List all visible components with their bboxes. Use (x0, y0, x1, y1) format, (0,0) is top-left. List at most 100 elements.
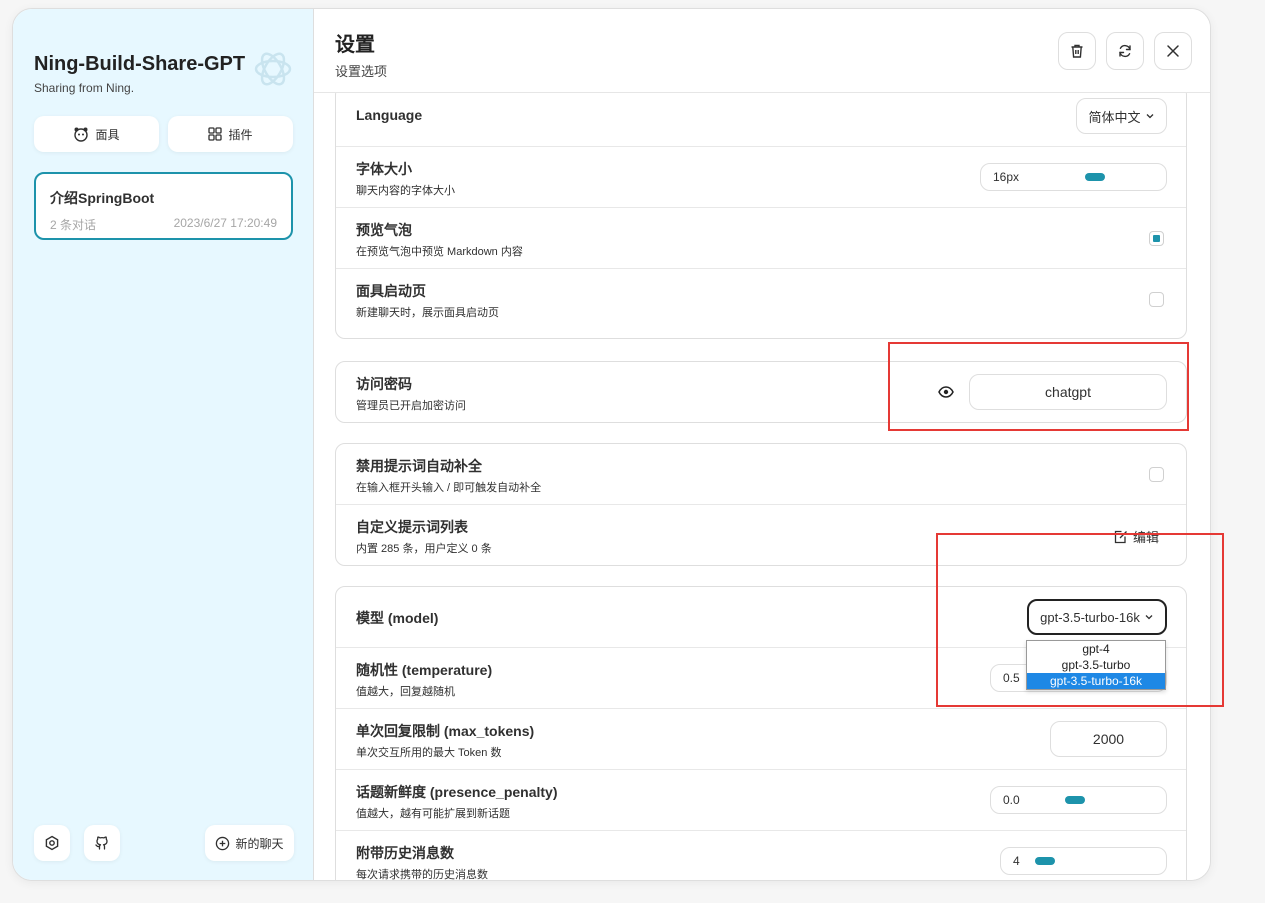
access-code-input[interactable]: chatgpt (969, 374, 1167, 410)
add-circle-icon (216, 836, 230, 850)
preview-bubble-desc: 在预览气泡中预览 Markdown 内容 (356, 246, 523, 258)
history-count-row: 附带历史消息数 每次请求携带的历史消息数 4 (336, 831, 1186, 881)
eye-icon[interactable] (938, 385, 954, 399)
max-tokens-value: 2000 (1092, 731, 1125, 747)
max-tokens-row: 单次回复限制 (max_tokens) 单次交互所用的最大 Token 数 20… (336, 709, 1186, 770)
temperature-desc: 值越大，回复越随机 (356, 686, 455, 698)
chat-timestamp: 2023/6/27 17:20:49 (173, 216, 277, 230)
mask-launch-row: 面具启动页 新建聊天时，展示面具启动页 (336, 269, 1186, 330)
model-option-selected[interactable]: gpt-3.5-turbo-16k (1027, 673, 1165, 689)
scrollbar[interactable] (1210, 313, 1211, 843)
custom-prompts-desc: 内置 285 条，用户定义 0 条 (356, 543, 492, 555)
new-chat-button[interactable]: 新的聊天 (205, 825, 294, 861)
close-icon (1167, 45, 1179, 57)
custom-prompts-label: 自定义提示词列表 (356, 519, 468, 535)
mask-button-label: 面具 (95, 127, 120, 142)
preview-bubble-row: 预览气泡 在预览气泡中预览 Markdown 内容 (336, 208, 1186, 269)
reset-button[interactable] (1106, 32, 1144, 70)
sidebar: Ning-Build-Share-GPT Sharing from Ning. … (13, 9, 313, 880)
chevron-down-icon (1146, 114, 1153, 119)
app-subtitle: Sharing from Ning. (34, 81, 135, 95)
max-tokens-label: 单次回复限制 (max_tokens) (356, 723, 535, 739)
access-code-row: 访问密码 管理员已开启加密访问 chatgpt (336, 362, 1186, 422)
chevron-down-icon (1145, 615, 1153, 620)
presence-penalty-row: 话题新鲜度 (presence_penalty) 值越大，越有可能扩展到新话题 … (336, 770, 1186, 831)
language-select[interactable]: 简体中文 (1076, 98, 1167, 134)
settings-scroll-area[interactable]: Language 简体中文 字体大小 聊天内容的字体大小 16px 预览气泡 在… (314, 93, 1211, 881)
language-row: Language 简体中文 (336, 93, 1186, 147)
model-label: 模型 (model) (356, 610, 439, 626)
clear-data-button[interactable] (1058, 32, 1096, 70)
edit-prompts-label: 编辑 (1133, 530, 1160, 545)
history-count-label: 附带历史消息数 (356, 845, 454, 861)
trash-icon (1071, 44, 1083, 58)
access-code-desc: 管理员已开启加密访问 (356, 400, 466, 412)
mask-launch-checkbox[interactable] (1149, 292, 1164, 307)
settings-panel: 设置 设置选项 Language 简体中文 字体大小 聊天内容的字体大小 16p… (313, 9, 1211, 881)
github-button[interactable] (84, 825, 120, 861)
mask-icon (74, 127, 89, 142)
slider-thumb[interactable] (1065, 796, 1085, 804)
edit-prompts-button[interactable]: 编辑 (1114, 527, 1159, 546)
disable-autocomplete-desc: 在输入框开头输入 / 即可触发自动补全 (356, 482, 542, 494)
github-icon (95, 836, 108, 850)
page-title: 设置 (335, 34, 375, 56)
plugin-button[interactable]: 插件 (168, 116, 293, 152)
close-button[interactable] (1154, 32, 1192, 70)
temperature-value: 0.5 (1003, 671, 1020, 685)
font-size-desc: 聊天内容的字体大小 (356, 185, 455, 197)
font-size-row: 字体大小 聊天内容的字体大小 16px (336, 147, 1186, 208)
font-size-label: 字体大小 (356, 161, 412, 177)
history-count-desc: 每次请求携带的历史消息数 (356, 869, 488, 881)
model-option[interactable]: gpt-3.5-turbo (1027, 657, 1165, 673)
max-tokens-desc: 单次交互所用的最大 Token 数 (356, 747, 502, 759)
disable-autocomplete-label: 禁用提示词自动补全 (356, 458, 482, 474)
model-select[interactable]: gpt-3.5-turbo-16k (1027, 599, 1167, 635)
new-chat-label: 新的聊天 (235, 836, 284, 851)
font-size-slider[interactable]: 16px (980, 163, 1167, 191)
slider-thumb[interactable] (1035, 857, 1055, 865)
edit-icon (1114, 530, 1127, 543)
language-label: Language (356, 107, 423, 123)
preview-bubble-label: 预览气泡 (356, 222, 412, 238)
model-row: 模型 (model) gpt-3.5-turbo-16k (336, 587, 1186, 648)
slider-thumb[interactable] (1085, 173, 1105, 181)
language-value: 简体中文 (1088, 109, 1141, 125)
page-subtitle: 设置选项 (335, 64, 388, 79)
presence-penalty-label: 话题新鲜度 (presence_penalty) (356, 784, 558, 800)
disable-autocomplete-checkbox[interactable] (1149, 467, 1164, 482)
app-window: Ning-Build-Share-GPT Sharing from Ning. … (12, 8, 1211, 881)
refresh-icon (1119, 44, 1131, 58)
font-size-value: 16px (993, 170, 1020, 184)
temperature-label: 随机性 (temperature) (356, 662, 493, 678)
presence-penalty-slider[interactable]: 0.0 (990, 786, 1167, 814)
model-option[interactable]: gpt-4 (1027, 641, 1165, 657)
access-code-label: 访问密码 (356, 376, 412, 392)
app-title: Ning-Build-Share-GPT (34, 53, 246, 75)
history-count-value: 4 (1013, 854, 1020, 868)
prompt-card: 禁用提示词自动补全 在输入框开头输入 / 即可触发自动补全 自定义提示词列表 内… (335, 443, 1187, 566)
plugin-grid-icon (208, 127, 223, 141)
chat-title: 介绍SpringBoot (50, 190, 155, 206)
mask-launch-label: 面具启动页 (356, 283, 426, 299)
mask-launch-desc: 新建聊天时，展示面具启动页 (356, 307, 499, 319)
max-tokens-input[interactable]: 2000 (1050, 721, 1167, 757)
general-settings-card: Language 简体中文 字体大小 聊天内容的字体大小 16px 预览气泡 在… (335, 93, 1187, 339)
presence-penalty-desc: 值越大，越有可能扩展到新话题 (356, 808, 510, 820)
chat-list-item[interactable]: 介绍SpringBoot 2 条对话 2023/6/27 17:20:49 (34, 172, 293, 240)
settings-header: 设置 设置选项 (314, 9, 1210, 93)
preview-bubble-checkbox[interactable] (1149, 231, 1164, 246)
plugin-button-label: 插件 (228, 127, 253, 142)
model-value: gpt-3.5-turbo-16k (1040, 609, 1140, 625)
access-code-value: chatgpt (1045, 384, 1091, 400)
chat-message-count: 2 条对话 (50, 218, 97, 232)
history-count-slider[interactable]: 4 (1000, 847, 1167, 875)
model-card: 模型 (model) gpt-3.5-turbo-16k 随机性 (temper… (335, 586, 1187, 881)
settings-icon (45, 835, 59, 851)
disable-autocomplete-row: 禁用提示词自动补全 在输入框开头输入 / 即可触发自动补全 (336, 444, 1186, 505)
model-dropdown-list[interactable]: gpt-4 gpt-3.5-turbo gpt-3.5-turbo-16k (1026, 640, 1166, 690)
settings-button[interactable] (34, 825, 70, 861)
mask-button[interactable]: 面具 (34, 116, 159, 152)
presence-penalty-value: 0.0 (1003, 793, 1020, 807)
openai-logo-icon (254, 52, 292, 86)
